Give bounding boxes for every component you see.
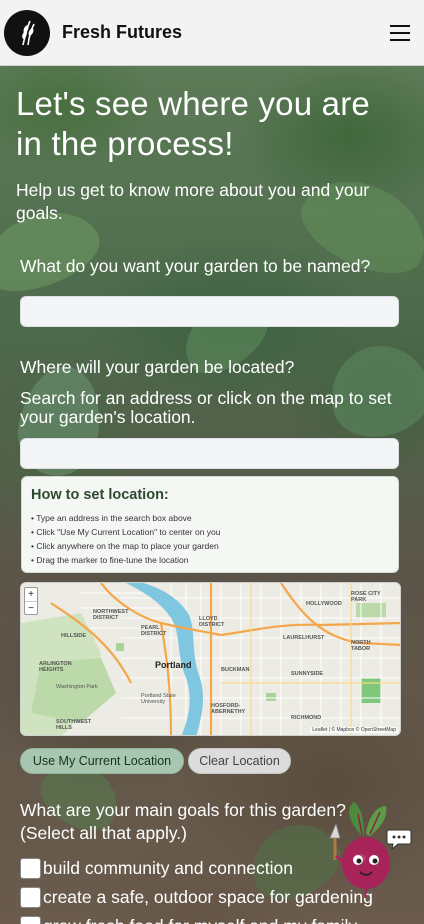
map-city-label: Portland [155, 660, 192, 670]
garden-name-label: What do you want your garden to be named… [20, 256, 371, 276]
site-header: Fresh Futures [0, 0, 424, 66]
howto-step: Click anywhere on the map to place your … [31, 539, 389, 553]
use-current-location-button[interactable]: Use My Current Location [20, 748, 184, 774]
goal-option-fresh-food[interactable]: grow fresh food for myself and my family [20, 916, 357, 924]
chat-bubble-icon[interactable] [386, 828, 412, 851]
onboarding-form: Let's see where you are in the process! … [0, 66, 424, 924]
address-search-input[interactable] [20, 438, 399, 469]
map-label-hosford: HOSFORD-ABERNETHY [211, 703, 246, 715]
map-label-arlington: ARLINGTON HEIGHTS [39, 661, 72, 673]
map-label-psu: Portland State University [141, 693, 176, 705]
howto-steps: Type an address in the search box above … [31, 511, 389, 567]
location-map[interactable]: + − Portland NORTHWEST DISTRICT PEARL DI… [20, 582, 401, 736]
clear-location-button[interactable]: Clear Location [188, 748, 291, 774]
howto-step: Drag the marker to fine-tune the locatio… [31, 553, 389, 567]
goal-checkbox[interactable] [20, 858, 41, 879]
location-search-help: Search for an address or click on the ma… [20, 388, 392, 427]
map-label-hollywood: HOLLYWOOD [306, 601, 342, 607]
goal-option-label: grow fresh food for myself and my family [43, 916, 357, 924]
garden-location-label: Where will your garden be located? [20, 357, 295, 377]
map-attribution[interactable]: Leaflet | © Mapbox © OpenStreetMap [310, 727, 398, 733]
wheat-icon[interactable] [4, 9, 50, 56]
goal-option-label: build community and connection [43, 858, 294, 878]
brand-name[interactable]: Fresh Futures [62, 22, 390, 43]
goal-option-community[interactable]: build community and connection [20, 858, 293, 879]
map-label-lloyd: LLOYD DISTRICT [199, 616, 225, 628]
page-title: Let's see where you are in the process! [16, 85, 370, 162]
how-to-set-location-panel: How to set location: Type an address in … [21, 476, 399, 573]
goal-checkbox[interactable] [20, 916, 41, 924]
map-label-washington-park: Washington Park [56, 684, 98, 690]
hamburger-menu-icon[interactable] [390, 24, 410, 41]
howto-title: How to set location: [31, 487, 169, 503]
map-zoom-control: + − [24, 587, 38, 615]
map-label-north-tabor: NORTH TABOR [351, 640, 371, 652]
map-label-pearl: PEARL DISTRICT [141, 625, 167, 637]
map-label-southwest-hills: SOUTHWEST HILLS [56, 719, 92, 731]
map-label-rose-city: ROSE CITY PARK [351, 591, 381, 603]
map-label-hillside: HILLSIDE [61, 633, 87, 639]
zoom-in-button[interactable]: + [25, 588, 37, 601]
map-label-buckman: BUCKMAN [221, 667, 250, 673]
map-label-sunnyside: SUNNYSIDE [291, 671, 324, 677]
beet-mascot-icon[interactable] [318, 800, 418, 900]
howto-step: Click "Use My Current Location" to cente… [31, 525, 389, 539]
map-label-northwest: NORTHWEST DISTRICT [93, 609, 129, 621]
garden-name-input[interactable] [20, 296, 399, 327]
zoom-out-button[interactable]: − [25, 601, 37, 614]
howto-step: Type an address in the search box above [31, 511, 389, 525]
page-subtitle: Help us get to know more about you and y… [16, 180, 370, 223]
map-label-laurelhurst: LAURELHURST [283, 635, 325, 641]
goal-checkbox[interactable] [20, 887, 41, 908]
map-label-richmond: RICHMOND [291, 715, 322, 721]
